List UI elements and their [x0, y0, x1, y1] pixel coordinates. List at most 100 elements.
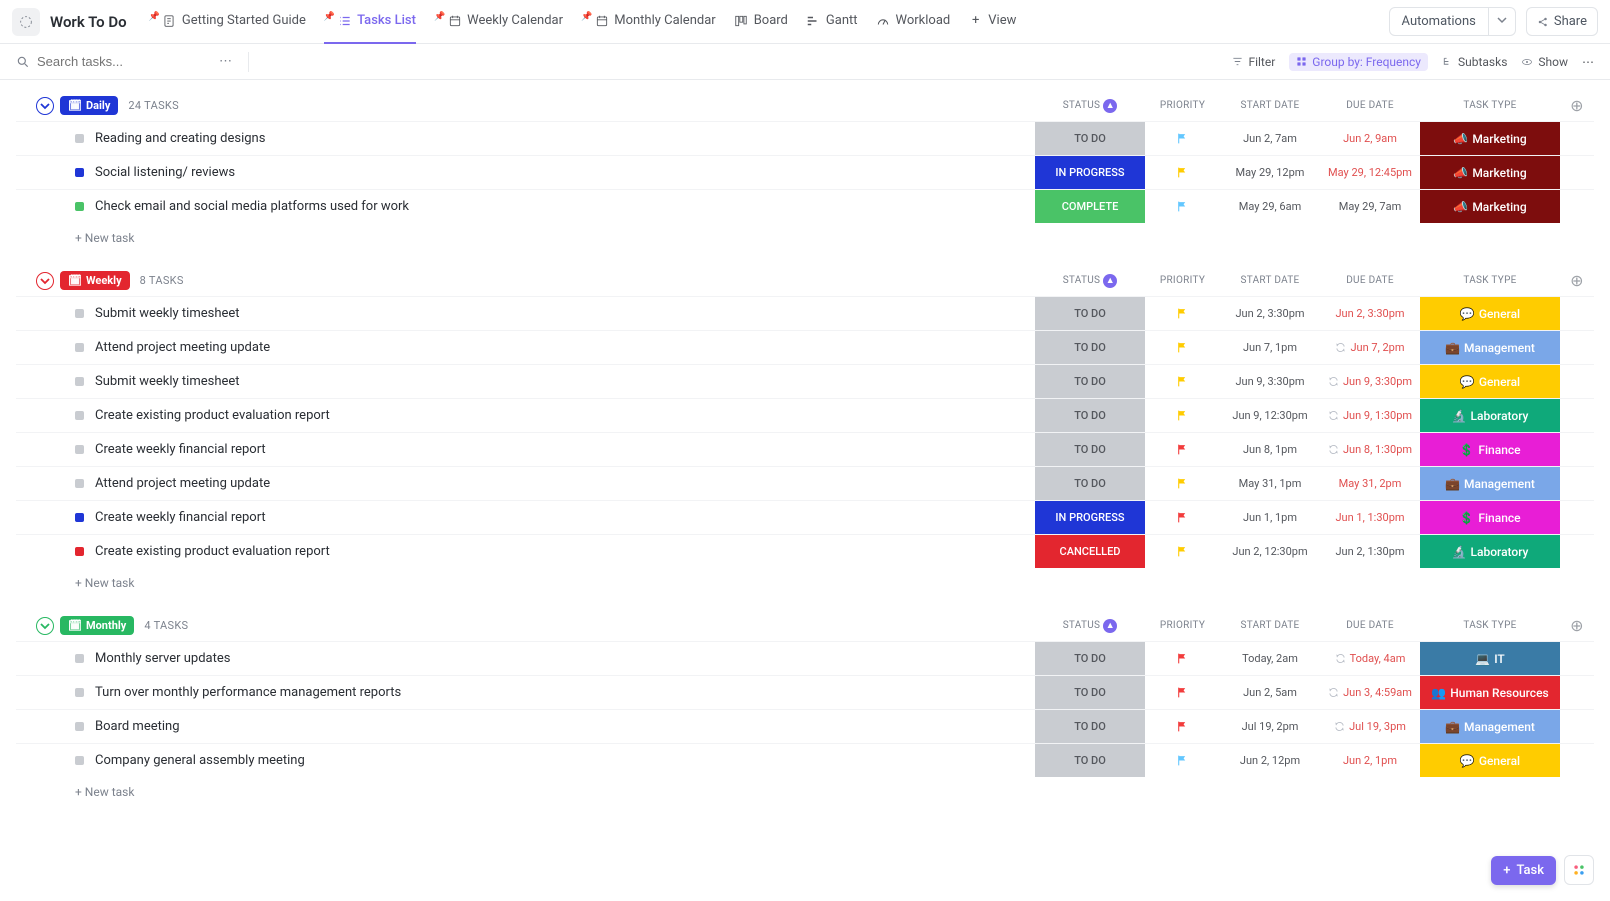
space-icon[interactable] [12, 8, 40, 36]
task-name[interactable]: Social listening/ reviews [95, 165, 235, 180]
status-square-icon[interactable] [75, 411, 84, 420]
apps-fab[interactable] [1564, 855, 1594, 885]
task-type-cell[interactable]: 💲Finance [1420, 433, 1560, 466]
status-cell[interactable]: IN PROGRESS [1035, 501, 1145, 534]
status-cell[interactable]: IN PROGRESS [1035, 156, 1145, 189]
task-type-cell[interactable]: 🔬Laboratory [1420, 399, 1560, 432]
status-square-icon[interactable] [75, 513, 84, 522]
collapse-toggle[interactable] [36, 97, 54, 115]
task-row[interactable]: Submit weekly timesheetTO DOJun 9, 3:30p… [16, 364, 1594, 398]
search-more-button[interactable]: ⋯ [219, 54, 232, 69]
start-date-cell[interactable]: Jun 2, 7am [1220, 122, 1320, 155]
due-date-cell[interactable]: May 29, 7am [1320, 190, 1420, 223]
new-task-button[interactable]: + New task [16, 568, 1594, 596]
status-square-icon[interactable] [75, 547, 84, 556]
task-type-cell[interactable]: 💬General [1420, 365, 1560, 398]
start-date-cell[interactable]: May 29, 6am [1220, 190, 1320, 223]
view-tab-workload[interactable]: Workload [876, 0, 951, 44]
task-row[interactable]: Create existing product evaluation repor… [16, 534, 1594, 568]
col-priority[interactable]: PRIORITY [1145, 620, 1220, 631]
view-tab-gantt[interactable]: Gantt [806, 0, 858, 44]
status-square-icon[interactable] [75, 654, 84, 663]
status-cell[interactable]: TO DO [1035, 642, 1145, 675]
new-task-fab[interactable]: + Task [1491, 856, 1556, 885]
toolbar-more-button[interactable]: ⋯ [1582, 55, 1594, 69]
add-column-button[interactable]: ⊕ [1560, 96, 1594, 115]
col-due[interactable]: DUE DATE [1320, 275, 1420, 286]
group-pill[interactable]: 🗓Daily [60, 96, 118, 115]
priority-cell[interactable] [1145, 501, 1220, 534]
search-input[interactable] [37, 54, 197, 69]
status-square-icon[interactable] [75, 309, 84, 318]
col-priority[interactable]: PRIORITY [1145, 100, 1220, 111]
due-date-cell[interactable]: Jun 1, 1:30pm [1320, 501, 1420, 534]
priority-cell[interactable] [1145, 190, 1220, 223]
view-tab-board[interactable]: Board [734, 0, 788, 44]
add-view-button[interactable]: + View [968, 0, 1016, 44]
status-cell[interactable]: TO DO [1035, 433, 1145, 466]
status-square-icon[interactable] [75, 756, 84, 765]
start-date-cell[interactable]: Jun 7, 1pm [1220, 331, 1320, 364]
view-tab-getting-started-guide[interactable]: 📌Getting Started Guide [149, 0, 306, 44]
col-type[interactable]: TASK TYPE [1420, 275, 1560, 286]
show-button[interactable]: Show [1521, 55, 1568, 69]
space-title[interactable]: Work To Do [50, 13, 127, 31]
due-date-cell[interactable]: Jun 3, 4:59am [1320, 676, 1420, 709]
due-date-cell[interactable]: Jun 2, 1pm [1320, 744, 1420, 777]
view-tab-monthly-calendar[interactable]: 📌Monthly Calendar [581, 0, 716, 44]
start-date-cell[interactable]: Today, 2am [1220, 642, 1320, 675]
priority-cell[interactable] [1145, 642, 1220, 675]
task-row[interactable]: Attend project meeting update TO DO May 31… [16, 466, 1594, 500]
priority-cell[interactable] [1145, 365, 1220, 398]
priority-cell[interactable] [1145, 399, 1220, 432]
task-type-cell[interactable]: 💼Management [1420, 710, 1560, 743]
priority-cell[interactable] [1145, 433, 1220, 466]
priority-cell[interactable] [1145, 535, 1220, 568]
task-type-cell[interactable]: 💻IT [1420, 642, 1560, 675]
start-date-cell[interactable]: Jun 2, 12:30pm [1220, 535, 1320, 568]
task-row[interactable]: Turn over monthly performance management… [16, 675, 1594, 709]
task-type-cell[interactable]: 👥Human Resources [1420, 676, 1560, 709]
priority-cell[interactable] [1145, 744, 1220, 777]
status-square-icon[interactable] [75, 479, 84, 488]
col-start[interactable]: START DATE [1220, 100, 1320, 111]
task-name[interactable]: Reading and creating designs [95, 131, 265, 146]
col-start[interactable]: START DATE [1220, 275, 1320, 286]
task-type-cell[interactable]: 📣Marketing [1420, 122, 1560, 155]
task-row[interactable]: Monthly server updatesTO DOToday, 2amTod… [16, 641, 1594, 675]
due-date-cell[interactable]: Jun 9, 1:30pm [1320, 399, 1420, 432]
task-row[interactable]: Social listening/ reviews IN PROGRESS May … [16, 155, 1594, 189]
filter-button[interactable]: Filter [1232, 55, 1275, 69]
start-date-cell[interactable]: May 29, 12pm [1220, 156, 1320, 189]
due-date-cell[interactable]: Jun 7, 2pm [1320, 331, 1420, 364]
col-status[interactable]: STATUS ▲ [1035, 99, 1145, 113]
status-square-icon[interactable] [75, 688, 84, 697]
task-row[interactable]: Check email and social media platforms u… [16, 189, 1594, 223]
start-date-cell[interactable]: Jun 8, 1pm [1220, 433, 1320, 466]
add-column-button[interactable]: ⊕ [1560, 271, 1594, 290]
priority-cell[interactable] [1145, 122, 1220, 155]
start-date-cell[interactable]: Jun 2, 5am [1220, 676, 1320, 709]
priority-cell[interactable] [1145, 467, 1220, 500]
start-date-cell[interactable]: Jun 9, 3:30pm [1220, 365, 1320, 398]
automations-button[interactable]: Automations [1389, 7, 1489, 36]
share-button[interactable]: Share [1526, 7, 1598, 36]
due-date-cell[interactable]: Today, 4am [1320, 642, 1420, 675]
status-cell[interactable]: TO DO [1035, 467, 1145, 500]
start-date-cell[interactable]: Jun 1, 1pm [1220, 501, 1320, 534]
col-due[interactable]: DUE DATE [1320, 100, 1420, 111]
group-pill[interactable]: 🗓Weekly [60, 271, 130, 290]
task-row[interactable]: Attend project meeting updateTO DOJun 7,… [16, 330, 1594, 364]
status-cell[interactable]: TO DO [1035, 399, 1145, 432]
col-start[interactable]: START DATE [1220, 620, 1320, 631]
status-square-icon[interactable] [75, 722, 84, 731]
task-name[interactable]: Turn over monthly performance management… [95, 685, 401, 700]
view-tab-weekly-calendar[interactable]: 📌Weekly Calendar [434, 0, 563, 44]
task-name[interactable]: Attend project meeting update [95, 476, 270, 491]
due-date-cell[interactable]: May 29, 12:45pm [1320, 156, 1420, 189]
due-date-cell[interactable]: May 31, 2pm [1320, 467, 1420, 500]
task-name[interactable]: Board meeting [95, 719, 180, 734]
task-row[interactable]: Submit weekly timesheetTO DOJun 2, 3:30p… [16, 296, 1594, 330]
new-task-button[interactable]: + New task [16, 223, 1594, 251]
task-type-cell[interactable]: 💼Management [1420, 331, 1560, 364]
